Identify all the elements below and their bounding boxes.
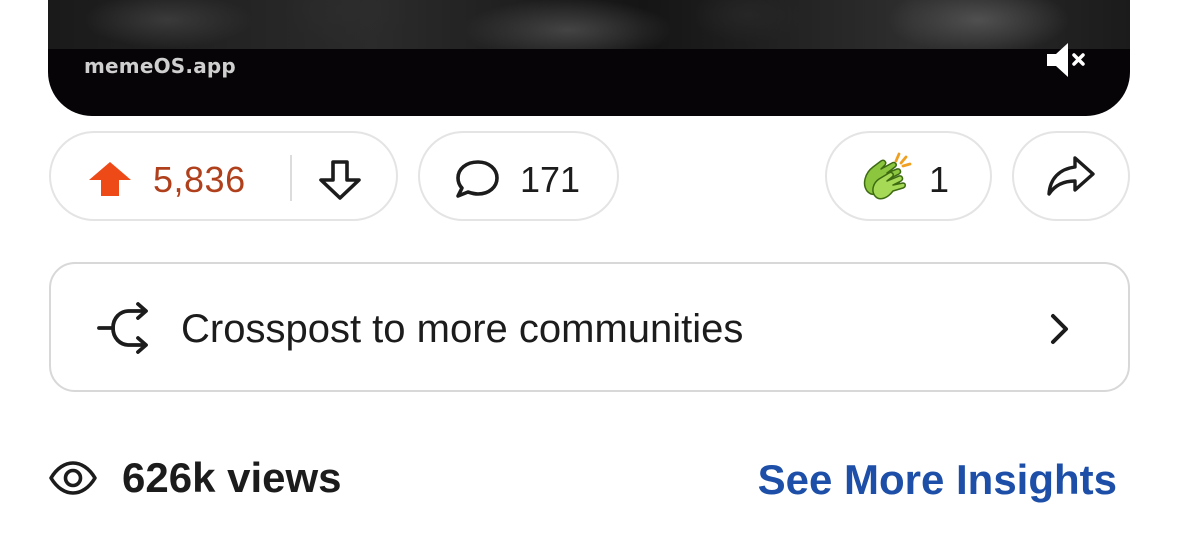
award-button[interactable]: 1 (825, 131, 992, 221)
arrow-down-icon[interactable] (317, 159, 363, 201)
chevron-right-icon (1051, 314, 1068, 344)
comments-count: 171 (520, 159, 581, 200)
mute-button[interactable] (1044, 41, 1092, 79)
clapping-hands-award-icon (863, 152, 912, 200)
comments-button[interactable]: 171 (418, 131, 619, 221)
video-player[interactable]: memeOS.app (48, 0, 1130, 116)
video-frame (48, 0, 1130, 49)
crosspost-label: Crosspost to more communities (181, 307, 744, 351)
see-more-insights-link[interactable]: See More Insights (758, 456, 1117, 504)
share-button[interactable] (1012, 131, 1130, 221)
speech-bubble-icon (456, 160, 499, 198)
crosspost-button[interactable]: Crosspost to more communities (49, 262, 1130, 392)
views-stat: 626k views (48, 450, 342, 506)
video-watermark: memeOS.app (84, 54, 236, 78)
award-count: 1 (929, 159, 950, 200)
eye-icon (49, 461, 97, 495)
vote-bar: 5,836 (49, 131, 398, 221)
vote-score: 5,836 (153, 159, 246, 200)
vote-divider (290, 155, 292, 201)
speaker-muted-icon (1047, 43, 1085, 77)
share-arrow-icon (1047, 156, 1095, 196)
crosspost-arrows-icon (97, 302, 148, 354)
arrow-up-icon[interactable] (87, 161, 133, 197)
views-count: 626k views (122, 454, 342, 501)
